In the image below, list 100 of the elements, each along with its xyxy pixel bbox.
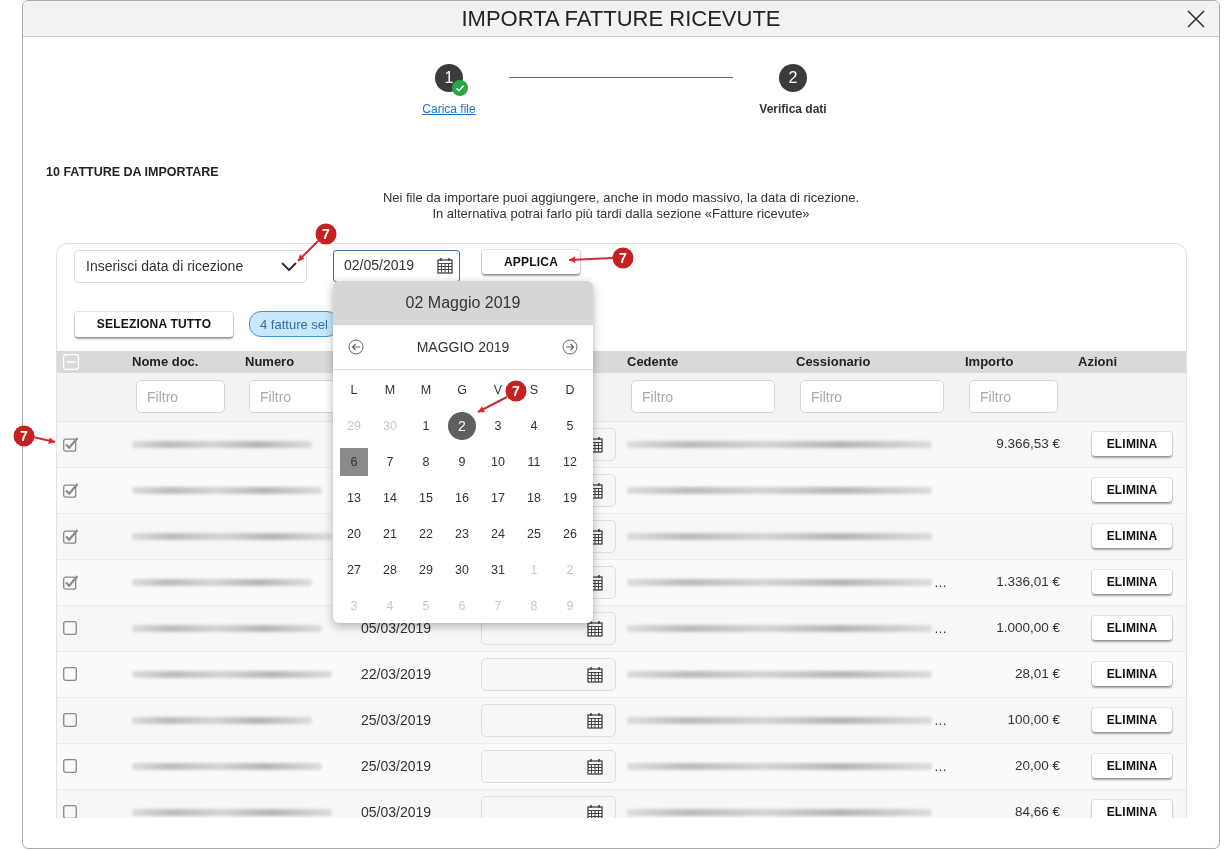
delete-button[interactable]: ELIMINA [1092, 524, 1172, 549]
calendar-icon [587, 711, 603, 729]
calendar-day[interactable]: 13 [340, 484, 368, 512]
calendar-day[interactable]: 29 [412, 556, 440, 584]
chevron-down-icon [280, 259, 298, 274]
close-button[interactable] [1185, 8, 1207, 30]
calendar-day[interactable]: 15 [412, 484, 440, 512]
date-text: 22/03/2019 [360, 665, 432, 682]
calendar-day[interactable]: 2 [448, 412, 476, 440]
amount-text: 9.366,53 € [996, 436, 1060, 452]
delete-button[interactable]: ELIMINA [1092, 616, 1172, 641]
weekday-label: S [529, 381, 539, 399]
amount-text: 20,00 € [1014, 758, 1060, 774]
date-field[interactable] [481, 703, 616, 737]
weekday-label: L [350, 381, 358, 399]
calendar-day[interactable]: 18 [520, 484, 548, 512]
date-text: 25/03/2019 [360, 757, 432, 774]
calendar-day[interactable]: 22 [412, 520, 440, 548]
calendar-icon [587, 803, 603, 818]
calendar-day[interactable]: 3 [484, 412, 512, 440]
delete-button[interactable]: ELIMINA [1092, 800, 1172, 818]
date-field[interactable] [481, 749, 616, 783]
calendar-day[interactable]: 4 [520, 412, 548, 440]
date-text: 05/03/2019 [360, 619, 432, 636]
intro-text: Nei file da importare puoi aggiungere, anche in modo massivo, la data di ricezione. [382, 189, 860, 206]
calendar-icon [587, 619, 603, 637]
checkbox[interactable] [63, 620, 79, 637]
column-header: Cessionario [795, 353, 872, 371]
calendar-day[interactable]: 31 [484, 556, 512, 584]
calendar-header: 02 Maggio 2019 [333, 281, 593, 325]
checkbox[interactable] [63, 436, 79, 453]
step-number: 2 [779, 64, 807, 92]
amount-text: 84,66 € [1014, 804, 1060, 818]
column-header: Nome doc. [131, 353, 200, 371]
amount-text: 1.000,00 € [996, 620, 1060, 636]
calendar-day[interactable]: 30 [448, 556, 476, 584]
calendar-day[interactable]: 21 [376, 520, 404, 548]
calendar-day[interactable]: 17 [484, 484, 512, 512]
delete-button[interactable]: ELIMINA [1092, 754, 1172, 779]
calendar-day[interactable]: 16 [448, 484, 476, 512]
calendar-day[interactable]: 24 [484, 520, 512, 548]
calendar-icon [437, 257, 453, 275]
weekday-label: G [457, 381, 467, 399]
calendar-day[interactable]: 5 [556, 412, 584, 440]
apply-button[interactable]: APPLICA [482, 249, 580, 274]
checkbox[interactable] [63, 804, 79, 818]
calendar-day[interactable]: 26 [556, 520, 584, 548]
step-link[interactable]: Carica file [422, 100, 476, 118]
calendar-day[interactable]: 28 [376, 556, 404, 584]
section-heading: 10 FATTURE DA IMPORTARE [46, 164, 220, 181]
ellipsis-text: … [934, 757, 947, 776]
calendar-day[interactable]: 1 [412, 412, 440, 440]
amount-text: 28,01 € [1014, 666, 1060, 682]
weekday-label: M [420, 381, 432, 399]
delete-button[interactable]: ELIMINA [1092, 570, 1172, 595]
filter-field[interactable]: Filtro [136, 380, 225, 414]
calendar-day[interactable]: 8 [412, 448, 440, 476]
calendar-day[interactable]: 27 [340, 556, 368, 584]
check-icon [452, 80, 468, 96]
delete-button[interactable]: ELIMINA [1092, 662, 1172, 687]
calendar-day[interactable]: 14 [376, 484, 404, 512]
month-label: MAGGIO 2019 [416, 337, 510, 357]
calendar-day[interactable]: 23 [448, 520, 476, 548]
checkbox[interactable] [63, 482, 79, 499]
calendar-day[interactable]: 9 [448, 448, 476, 476]
amount-text: 100,00 € [1007, 712, 1060, 728]
delete-button[interactable]: ELIMINA [1092, 708, 1172, 733]
previous-month-button[interactable] [348, 339, 364, 355]
delete-button[interactable]: ELIMINA [1092, 432, 1172, 457]
date-field[interactable] [481, 657, 616, 691]
select-all-button[interactable]: SELEZIONA TUTTO [75, 311, 233, 337]
calendar-day[interactable]: 10 [484, 448, 512, 476]
calendar-day[interactable]: 11 [520, 448, 548, 476]
calendar-day[interactable]: 19 [556, 484, 584, 512]
calendar-day[interactable]: 7 [376, 448, 404, 476]
checkbox[interactable] [63, 574, 79, 591]
ellipsis-text: … [934, 619, 947, 638]
step-label: Verifica dati [759, 101, 827, 118]
calendar-day[interactable]: 12 [556, 448, 584, 476]
column-header: Cedente [626, 353, 680, 371]
column-header: Importo [964, 353, 1015, 371]
checkbox[interactable] [63, 666, 79, 683]
delete-button[interactable]: ELIMINA [1092, 478, 1172, 503]
next-month-button[interactable] [562, 339, 578, 355]
filter-field[interactable]: Filtro [800, 380, 944, 414]
calendar-icon [587, 757, 603, 775]
checkbox[interactable] [63, 758, 79, 775]
filter-field[interactable]: Filtro [969, 380, 1058, 414]
checkbox[interactable] [63, 712, 79, 729]
intro-text: In alternativa potrai farlo più tardi dalla sezione «Fatture ricevute» [432, 205, 810, 222]
calendar-day[interactable]: 6 [340, 448, 368, 476]
checkbox[interactable] [63, 528, 79, 545]
calendar-day[interactable]: 25 [520, 520, 548, 548]
weekday-label: D [565, 381, 575, 399]
window-title: IMPORTA FATTURE RICEVUTE [460, 5, 782, 33]
calendar-day[interactable]: 20 [340, 520, 368, 548]
date-type-select[interactable]: Inserisci data di ricezione [74, 249, 307, 283]
filter-field[interactable]: Filtro [631, 380, 775, 414]
date-text: 25/03/2019 [360, 711, 432, 728]
select-all-checkbox[interactable] [63, 353, 79, 370]
